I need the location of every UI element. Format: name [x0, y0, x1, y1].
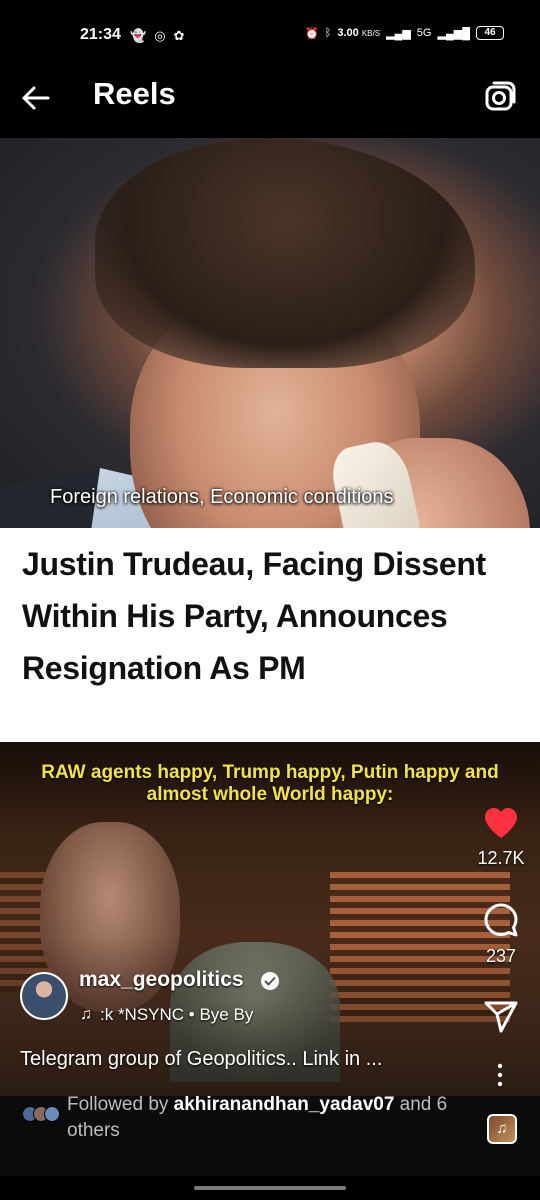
comment-icon[interactable]: [483, 902, 519, 938]
system-nav-bar: [0, 1176, 540, 1200]
follower-avatars: [22, 1106, 62, 1124]
instagram-icon: ◎: [154, 28, 166, 43]
system-status: ⏰ ᛒ 3.00 KB/S ▂▄▆ 5G ▂▄▆█ 46: [305, 26, 504, 40]
audio-thumbnail-icon[interactable]: ♫: [487, 1114, 517, 1144]
reel-caption-top: Foreign relations, Economic conditions: [50, 486, 394, 508]
headline-text: Justin Trudeau, Facing Dissent Within Hi…: [22, 546, 486, 686]
like-count: 12.7K: [477, 848, 525, 868]
hair-shape: [95, 138, 475, 368]
share-action[interactable]: [470, 1000, 532, 1034]
home-indicator[interactable]: [194, 1186, 346, 1190]
audio-row[interactable]: ♫ :k *NSYNC • Bye By: [80, 1005, 253, 1025]
snapchat-icon: 👻: [130, 28, 147, 43]
reel-image-top[interactable]: Foreign relations, Economic conditions: [0, 138, 540, 528]
heart-icon[interactable]: [483, 806, 519, 840]
camera-icon[interactable]: [482, 78, 518, 114]
more-options-icon[interactable]: [492, 1062, 508, 1088]
followed-by-text[interactable]: Followed by akhiranandhan_yadav07 and 6 …: [67, 1092, 477, 1144]
headline-card: Justin Trudeau, Facing Dissent Within Hi…: [0, 528, 540, 742]
battery-icon: 46: [476, 26, 504, 40]
reel-video-bottom[interactable]: RAW agents happy, Trump happy, Putin hap…: [0, 742, 540, 1096]
signal-icon: ▂▄▆: [386, 27, 411, 40]
reel-description[interactable]: Telegram group of Geopolitics.. Link in …: [20, 1048, 460, 1071]
reel-caption-bottom: RAW agents happy, Trump happy, Putin hap…: [41, 762, 499, 805]
notification-icons: 👻 ◎ ✿: [130, 28, 184, 44]
back-arrow-icon[interactable]: [18, 80, 54, 116]
username[interactable]: max_geopolitics: [79, 968, 244, 992]
send-icon[interactable]: [483, 1000, 519, 1034]
avatar[interactable]: [20, 972, 68, 1020]
music-note-icon: ♫: [80, 1006, 92, 1023]
verified-badge-icon: [261, 972, 279, 990]
app-icon: ✿: [173, 28, 185, 43]
alarm-icon: ⏰: [305, 27, 319, 40]
like-action[interactable]: 12.7K: [470, 806, 532, 869]
network-type: 5G: [416, 27, 432, 39]
status-bar: 21:34 👻 ◎ ✿ ⏰ ᛒ 3.00 KB/S ▂▄▆ 5G ▂▄▆█ 46: [0, 0, 540, 58]
bluetooth-icon: ᛒ: [324, 27, 332, 39]
audio-title[interactable]: :k *NSYNC • Bye By: [100, 1005, 253, 1025]
signal-icon-2: ▂▄▆█: [437, 27, 470, 40]
network-speed: 3.00 KB/S: [337, 27, 381, 39]
status-time: 21:34: [80, 26, 121, 43]
app-header: Reels: [0, 58, 540, 138]
page-title: Reels: [93, 76, 176, 111]
followed-by-strip: Followed by akhiranandhan_yadav07 and 6 …: [0, 1094, 540, 1176]
follower-avatar: [44, 1106, 60, 1122]
comment-action[interactable]: 237: [470, 902, 532, 967]
comment-count: 237: [485, 946, 517, 966]
